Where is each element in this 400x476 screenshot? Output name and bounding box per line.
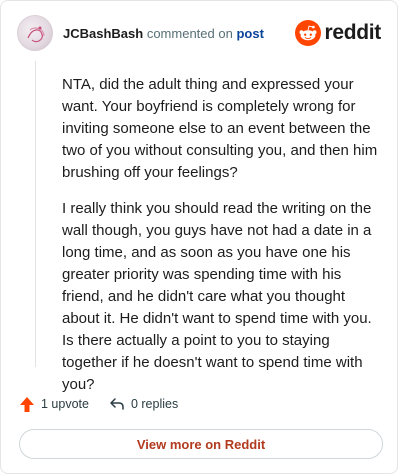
replies-button[interactable]: 0 replies — [109, 397, 178, 411]
upvote-count: 1 upvote — [41, 397, 89, 411]
username-link[interactable]: JCBashBash — [63, 26, 143, 41]
comment-meta: JCBashBash commented on post — [63, 26, 264, 41]
reply-count: 0 replies — [130, 397, 179, 411]
commented-on-text: commented on — [146, 26, 233, 41]
comment-paragraph: NTA, did the adult thing and expressed y… — [62, 76, 378, 181]
reddit-snoo-icon — [295, 20, 322, 46]
upvote-button[interactable]: 1 upvote — [19, 396, 89, 413]
view-more-button[interactable]: View more on Reddit — [19, 429, 383, 459]
reply-arrow-icon — [110, 398, 124, 410]
post-link[interactable]: post — [236, 26, 263, 41]
comment-embed-card: JCBashBash commented on post reddit NTA,… — [0, 0, 398, 474]
comment-header: JCBashBash commented on post reddit — [17, 15, 381, 55]
comment-body: NTA, did the adult thing and expressed y… — [62, 74, 382, 410]
reddit-logo[interactable]: reddit — [295, 19, 381, 47]
upvote-arrow-icon — [20, 396, 34, 412]
thread-line — [35, 61, 36, 367]
avatar-scribble-icon — [27, 26, 45, 43]
comment-paragraph: I really think you should read the writi… — [62, 200, 372, 393]
user-avatar[interactable] — [17, 15, 53, 51]
comment-actions: 1 upvote 0 replies — [19, 393, 198, 415]
reddit-wordmark: reddit — [324, 21, 381, 44]
